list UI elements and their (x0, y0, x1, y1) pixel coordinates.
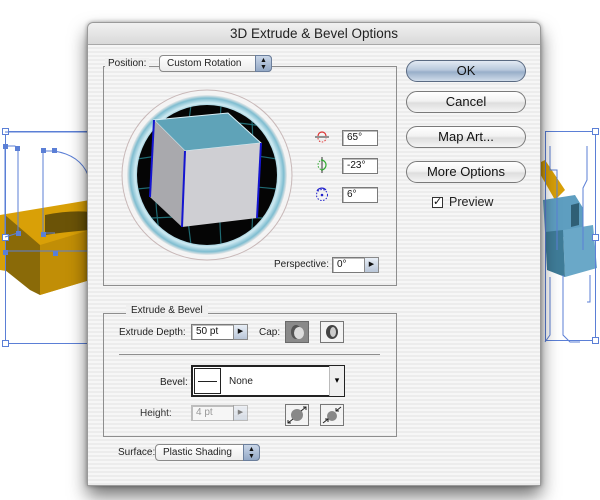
rotation-trackball[interactable] (121, 89, 293, 261)
extrude-depth-slider-button[interactable]: ▶ (233, 324, 248, 340)
anchor-point[interactable] (16, 231, 21, 236)
cap-on-icon (291, 325, 304, 339)
anchor-point[interactable] (41, 232, 46, 237)
perspective-label: Perspective: (274, 259, 330, 270)
preview-label[interactable]: Preview (449, 195, 493, 209)
divider (119, 354, 380, 355)
cube-preview (149, 112, 263, 228)
map-art-button[interactable]: Map Art... (406, 126, 526, 148)
bevel-extent-in-button[interactable] (320, 404, 344, 426)
extrude-depth-input[interactable]: 50 pt (191, 324, 234, 340)
anchor-point[interactable] (52, 148, 57, 153)
perspective-input[interactable]: 0° (332, 257, 365, 273)
artwork-left-paths (4, 131, 90, 252)
bevel-label: Bevel: (160, 377, 188, 388)
popup-arrows-icon: ▲ ▼ (243, 444, 260, 461)
height-input[interactable]: 4 pt (191, 405, 234, 421)
bevel-dropdown-arrow-icon: ▾ (329, 366, 344, 396)
cap-off-button[interactable] (320, 321, 344, 343)
bevel-profile-preview (194, 368, 221, 394)
anchor-point[interactable] (53, 251, 58, 256)
anchor-point[interactable] (15, 146, 20, 151)
artwork-right-paths (544, 146, 591, 343)
surface-value: Plastic Shading (163, 447, 232, 458)
position-label: Position: (105, 58, 150, 69)
more-options-button[interactable]: More Options (406, 161, 526, 183)
rotation-x-input[interactable]: 65° (342, 130, 378, 146)
rotate-y-axis-icon (317, 157, 327, 173)
perspective-slider-button[interactable]: ▶ (364, 257, 379, 273)
dialog-title: 3D Extrude & Bevel Options (88, 23, 540, 45)
rotate-z-axis-icon (316, 187, 328, 201)
bevel-extent-in-icon (322, 406, 342, 424)
anchor-point[interactable] (3, 250, 8, 255)
surface-label: Surface: (118, 447, 156, 458)
cap-on-button[interactable] (285, 321, 309, 343)
surface-dropdown[interactable]: Plastic Shading ▲ ▼ (155, 444, 260, 461)
extrude-bevel-group-label: Extrude & Bevel (126, 305, 208, 316)
position-preset-dropdown[interactable]: Custom Rotation ▲ ▼ (159, 55, 272, 72)
position-preset-value: Custom Rotation (167, 58, 242, 69)
height-label: Height: (140, 408, 172, 419)
bevel-extent-out-button[interactable] (285, 404, 309, 426)
illustrator-canvas: 3D Extrude & Bevel Options Position: Cus… (0, 0, 600, 500)
anchor-point[interactable] (3, 144, 8, 149)
bevel-value: None (229, 376, 253, 387)
extrude-bevel-dialog: 3D Extrude & Bevel Options Position: Cus… (87, 22, 541, 486)
preview-checkbox[interactable]: ✓ (432, 197, 443, 208)
height-slider-button[interactable]: ▶ (233, 405, 248, 421)
cap-label: Cap: (259, 327, 281, 338)
rotate-x-axis-icon (315, 131, 329, 143)
rotation-y-input[interactable]: -23° (342, 158, 378, 174)
bevel-extent-out-icon (287, 406, 307, 424)
rotation-z-input[interactable]: 6° (342, 187, 378, 203)
cancel-button[interactable]: Cancel (406, 91, 526, 113)
extrude-depth-label: Extrude Depth: (119, 327, 186, 338)
anchor-point[interactable] (41, 148, 46, 153)
popup-arrows-icon: ▲ ▼ (255, 55, 272, 72)
ok-button[interactable]: OK (406, 60, 526, 82)
cap-off-icon (326, 325, 338, 339)
bevel-dropdown[interactable]: None ▾ (191, 365, 345, 397)
